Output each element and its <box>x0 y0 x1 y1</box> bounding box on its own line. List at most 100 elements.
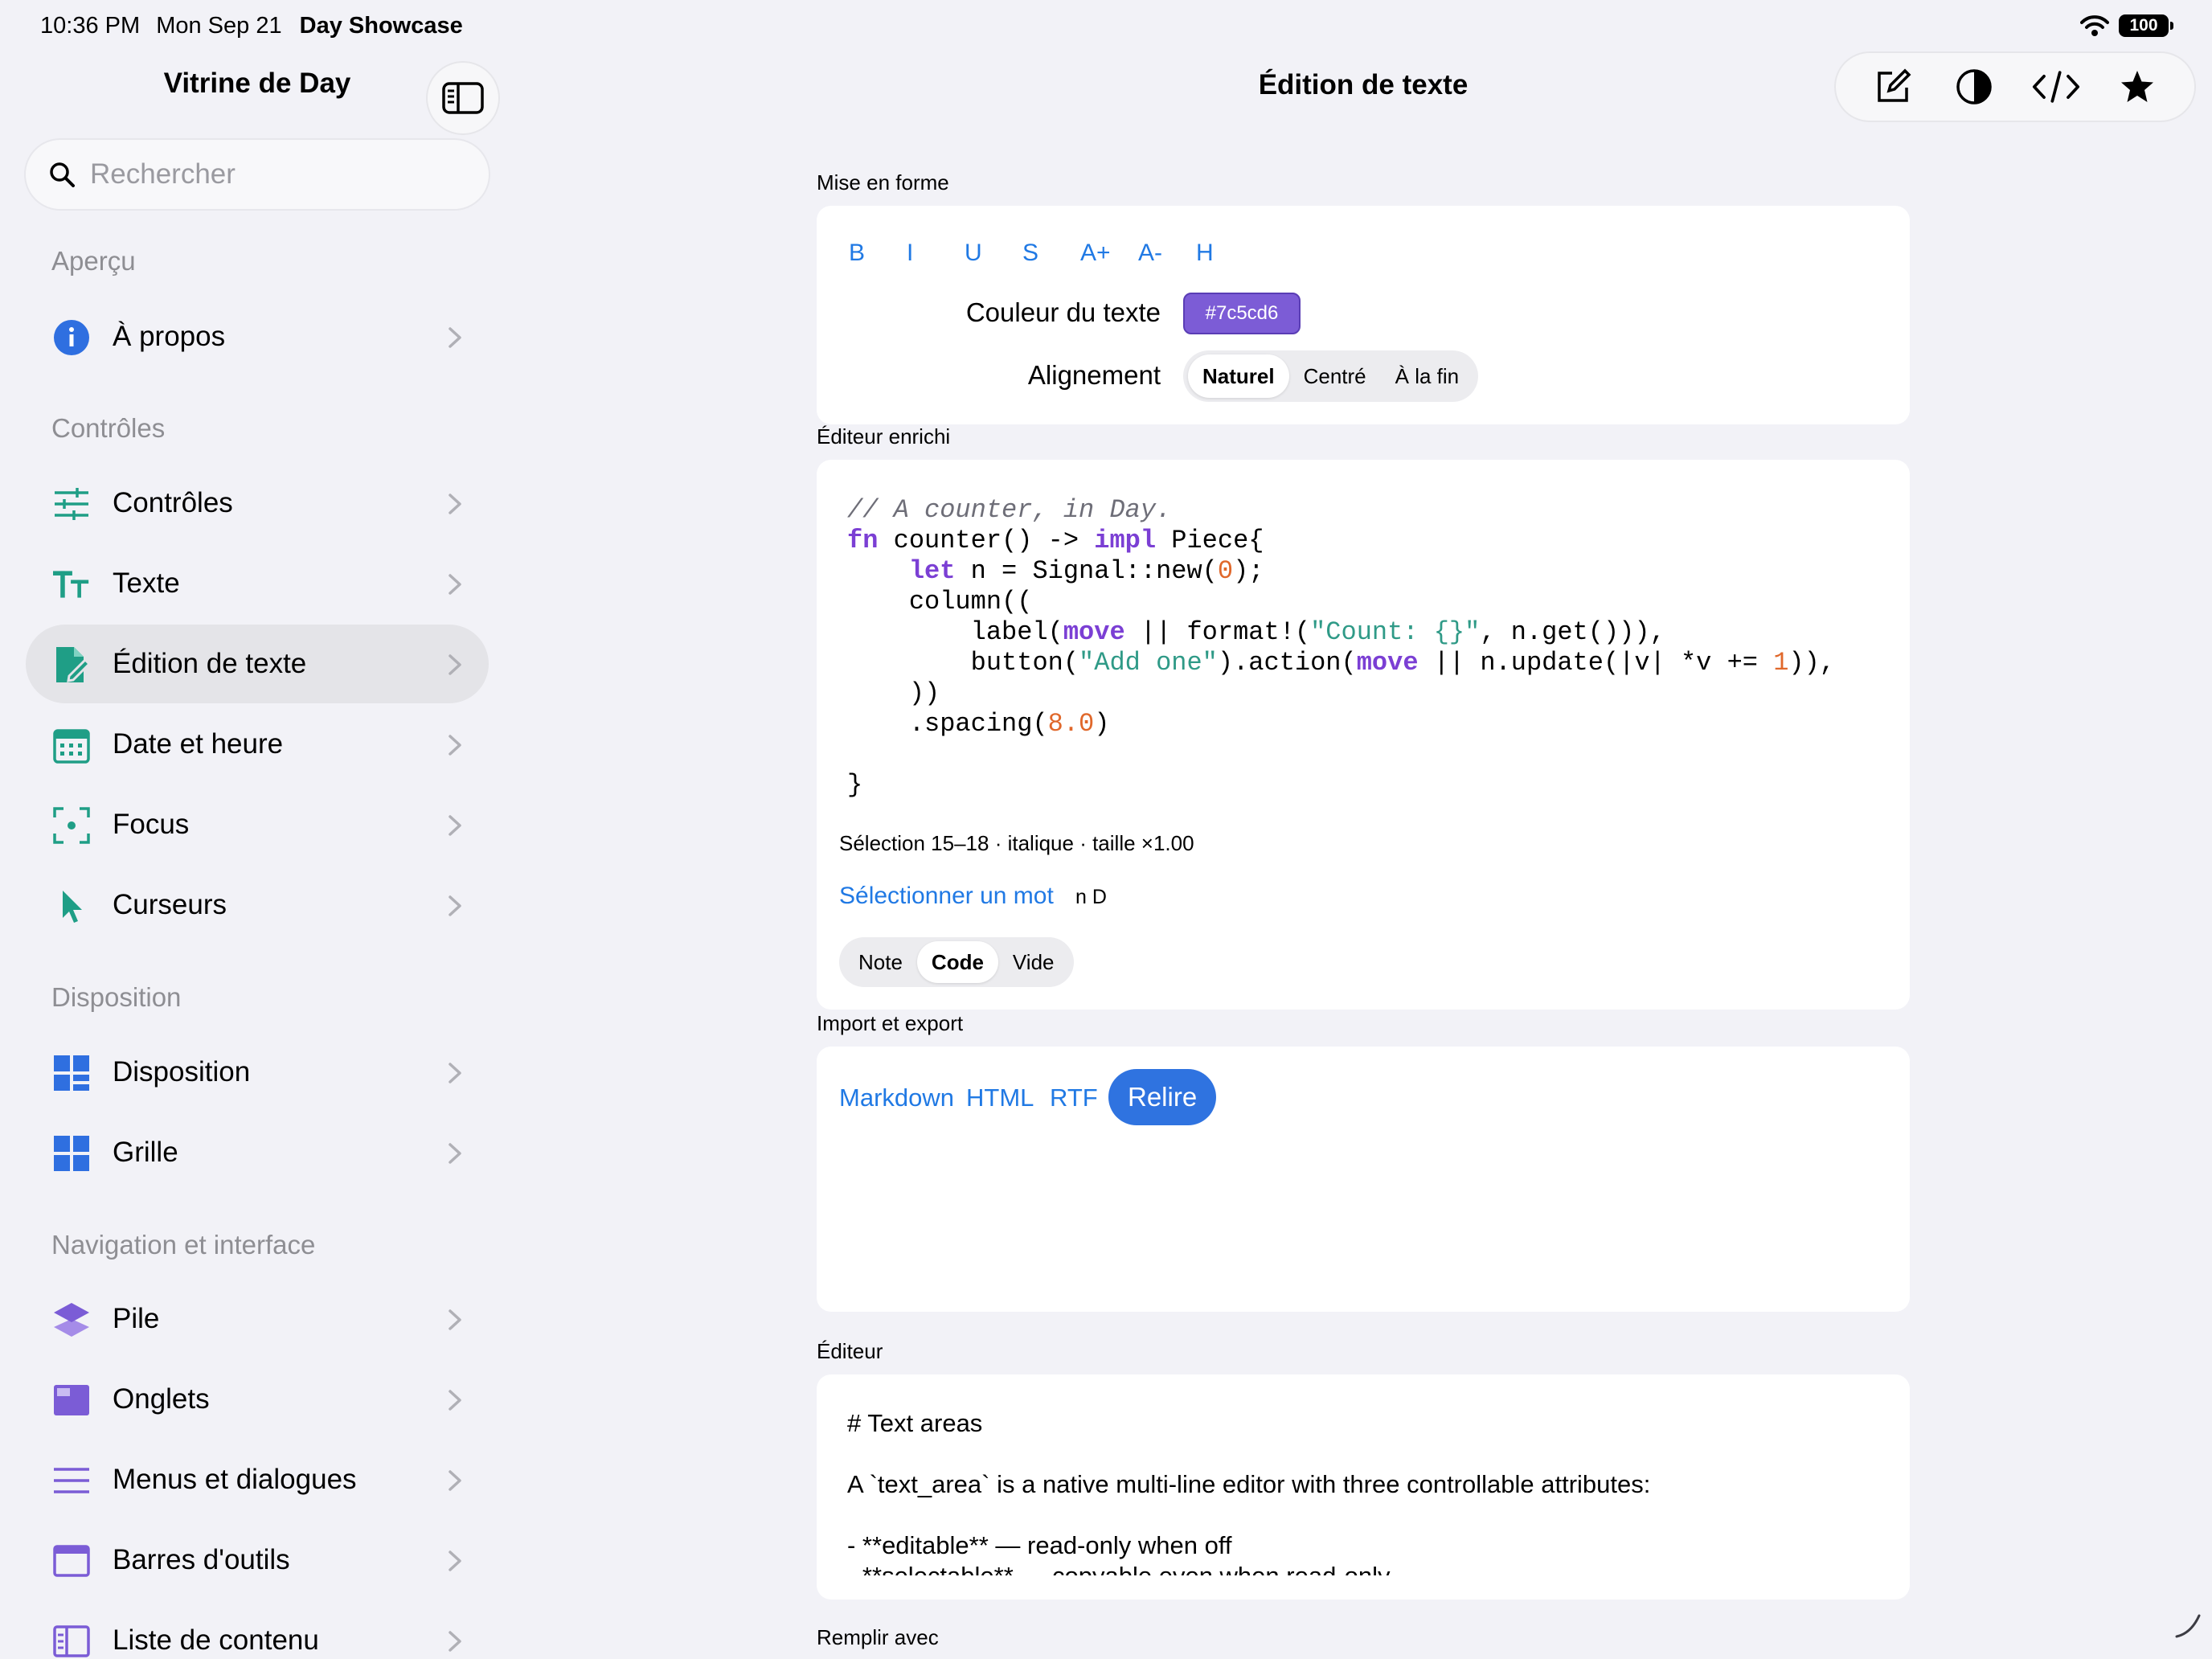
sidebar-item-label: Pile <box>113 1303 160 1334</box>
info-icon <box>53 319 90 356</box>
sidebar-item-menus-et-dialogues[interactable]: Menus et dialogues <box>26 1440 489 1519</box>
sidebar-item-label: Date et heure <box>113 728 284 760</box>
sidebar-item-label: Barres d'outils <box>113 1544 290 1575</box>
sidebar-item-label: Édition de texte <box>113 648 307 679</box>
highlight-button[interactable]: H <box>1196 240 1254 267</box>
contrast-icon <box>1956 69 1992 104</box>
appearance-toggle-button[interactable] <box>1950 63 1998 111</box>
alignment-option-natural[interactable]: Naturel <box>1188 354 1289 398</box>
editor-line: ​ <box>847 1439 1650 1469</box>
editor-line: A `text_area` is a native multi-line edi… <box>847 1470 1651 1498</box>
select-word-link[interactable]: Sélectionner un mot <box>839 883 1054 910</box>
sidebar-item-onglets[interactable]: Onglets <box>26 1360 489 1439</box>
import-export-section-label: Import et export <box>817 1011 964 1035</box>
chevron-right-icon <box>449 1309 461 1330</box>
code-icon <box>2032 71 2079 103</box>
underline-button[interactable]: U <box>965 240 1022 267</box>
calendar-icon <box>53 727 90 764</box>
chevron-right-icon <box>449 654 461 675</box>
search-input[interactable] <box>90 158 460 190</box>
battery-level: 100 <box>2129 16 2158 35</box>
chevron-right-icon <box>449 815 461 836</box>
sidebar-item-disposition[interactable]: Disposition <box>26 1033 489 1112</box>
decrease-size-button[interactable]: A- <box>1138 240 1196 267</box>
sidebar-item-label: Focus <box>113 809 190 840</box>
sidebar-item-a-propos[interactable]: À propos <box>26 297 489 376</box>
section-header-disposition: Disposition <box>51 982 182 1012</box>
chevron-right-icon <box>449 1390 461 1411</box>
section-header-navigation: Navigation et interface <box>51 1230 316 1260</box>
editor-line: - **editable** — read-only when off <box>847 1531 1232 1559</box>
editor-text-area[interactable]: # Text areas​A `text_area` is a native m… <box>817 1374 1910 1575</box>
mode-option-empty[interactable]: Vide <box>998 941 1069 983</box>
sliders-icon <box>53 485 90 522</box>
chevron-right-icon <box>449 327 461 348</box>
main-content: 100 Édition de texte Mise en forme B I U… <box>514 0 2212 1659</box>
chevron-right-icon <box>449 574 461 595</box>
editor-content: # Text areas​A `text_area` is a native m… <box>847 1408 1650 1575</box>
sidebar-item-liste-de-contenu[interactable]: Liste de contenu <box>26 1601 489 1659</box>
sidebar-item-label: Disposition <box>113 1056 251 1088</box>
editor-card: # Text areas​A `text_area` is a native m… <box>817 1374 1910 1600</box>
sidebar-item-texte[interactable]: Texte <box>26 544 489 623</box>
reload-button[interactable]: Relire <box>1108 1069 1217 1125</box>
formatting-section-label: Mise en forme <box>817 170 949 195</box>
mode-option-code[interactable]: Code <box>916 941 998 983</box>
formatting-card: B I U S A+ A- H Couleur du texte #7c5cd6… <box>817 206 1910 424</box>
markdown-link[interactable]: Markdown <box>839 1083 954 1112</box>
sidebar-item-grille[interactable]: Grille <box>26 1113 489 1192</box>
status-bar-left: 10:36 PM Mon Sep 21 Day Showcase <box>40 13 463 39</box>
chevron-right-icon <box>449 1550 461 1571</box>
sidebar-item-pile[interactable]: Pile <box>26 1280 489 1358</box>
alignment-option-center[interactable]: Centré <box>1289 354 1381 398</box>
sidebar-item-label: Texte <box>113 567 180 599</box>
list-content-icon <box>53 1623 90 1659</box>
favorite-button[interactable] <box>2113 63 2161 111</box>
text-color-picker[interactable]: #7c5cd6 <box>1183 293 1301 334</box>
sidebar-item-label: À propos <box>113 321 226 352</box>
sidebar-item-edition-de-texte[interactable]: Édition de texte <box>26 625 489 703</box>
search-field[interactable] <box>24 138 490 211</box>
sidebar-item-label: Liste de contenu <box>113 1624 319 1656</box>
tabs-icon <box>53 1382 90 1419</box>
rich-editor-section-label: Éditeur enrichi <box>817 424 951 449</box>
mode-option-note[interactable]: Note <box>844 941 917 983</box>
chevron-right-icon <box>449 1143 461 1164</box>
sidebar: 10:36 PM Mon Sep 21 Day Showcase Vitrine… <box>0 0 514 1659</box>
strikethrough-button[interactable]: S <box>1022 240 1080 267</box>
chevron-right-icon <box>449 1063 461 1083</box>
italic-button[interactable]: I <box>907 240 965 267</box>
alignment-label: Alignement <box>1027 360 1161 390</box>
layout-icon <box>53 1055 90 1092</box>
alignment-option-end[interactable]: À la fin <box>1381 354 1474 398</box>
select-word-info: n D <box>1075 886 1107 908</box>
status-date: Mon Sep 21 <box>156 13 282 39</box>
increase-size-button[interactable]: A+ <box>1080 240 1138 267</box>
doc-edit-icon <box>53 646 90 683</box>
rtf-link[interactable]: RTF <box>1050 1083 1098 1112</box>
sidebar-item-curseurs[interactable]: Curseurs <box>26 866 489 944</box>
text-size-icon <box>53 566 90 603</box>
sidebar-item-focus[interactable]: Focus <box>26 785 489 864</box>
compose-icon <box>1878 68 1911 102</box>
stack-icon <box>53 1301 90 1338</box>
html-link[interactable]: HTML <box>966 1083 1034 1112</box>
sidebar-item-label: Menus et dialogues <box>113 1464 357 1495</box>
sidebar-toggle-button[interactable] <box>426 61 500 135</box>
sidebar-toggle-icon <box>442 82 484 114</box>
editor-line: ​ <box>847 1500 1650 1530</box>
sidebar-item-date-et-heure[interactable]: Date et heure <box>26 705 489 784</box>
grid-icon <box>53 1135 90 1172</box>
chevron-right-icon <box>449 1631 461 1652</box>
bold-button[interactable]: B <box>849 240 907 267</box>
sidebar-item-label: Curseurs <box>113 889 227 920</box>
chevron-right-icon <box>449 735 461 756</box>
chevron-right-icon <box>449 1470 461 1491</box>
rich-editor-card: // A counter, in Day. fn counter() -> im… <box>817 460 1910 1010</box>
compose-button[interactable] <box>1869 63 1917 111</box>
sidebar-item-barres-d-outils[interactable]: Barres d'outils <box>26 1521 489 1600</box>
editor-section-label: Éditeur <box>817 1339 883 1363</box>
sidebar-item-controles[interactable]: Contrôles <box>26 464 489 543</box>
view-source-button[interactable] <box>2032 63 2080 111</box>
rich-editor-text-area[interactable]: // A counter, in Day. fn counter() -> im… <box>847 495 1835 801</box>
